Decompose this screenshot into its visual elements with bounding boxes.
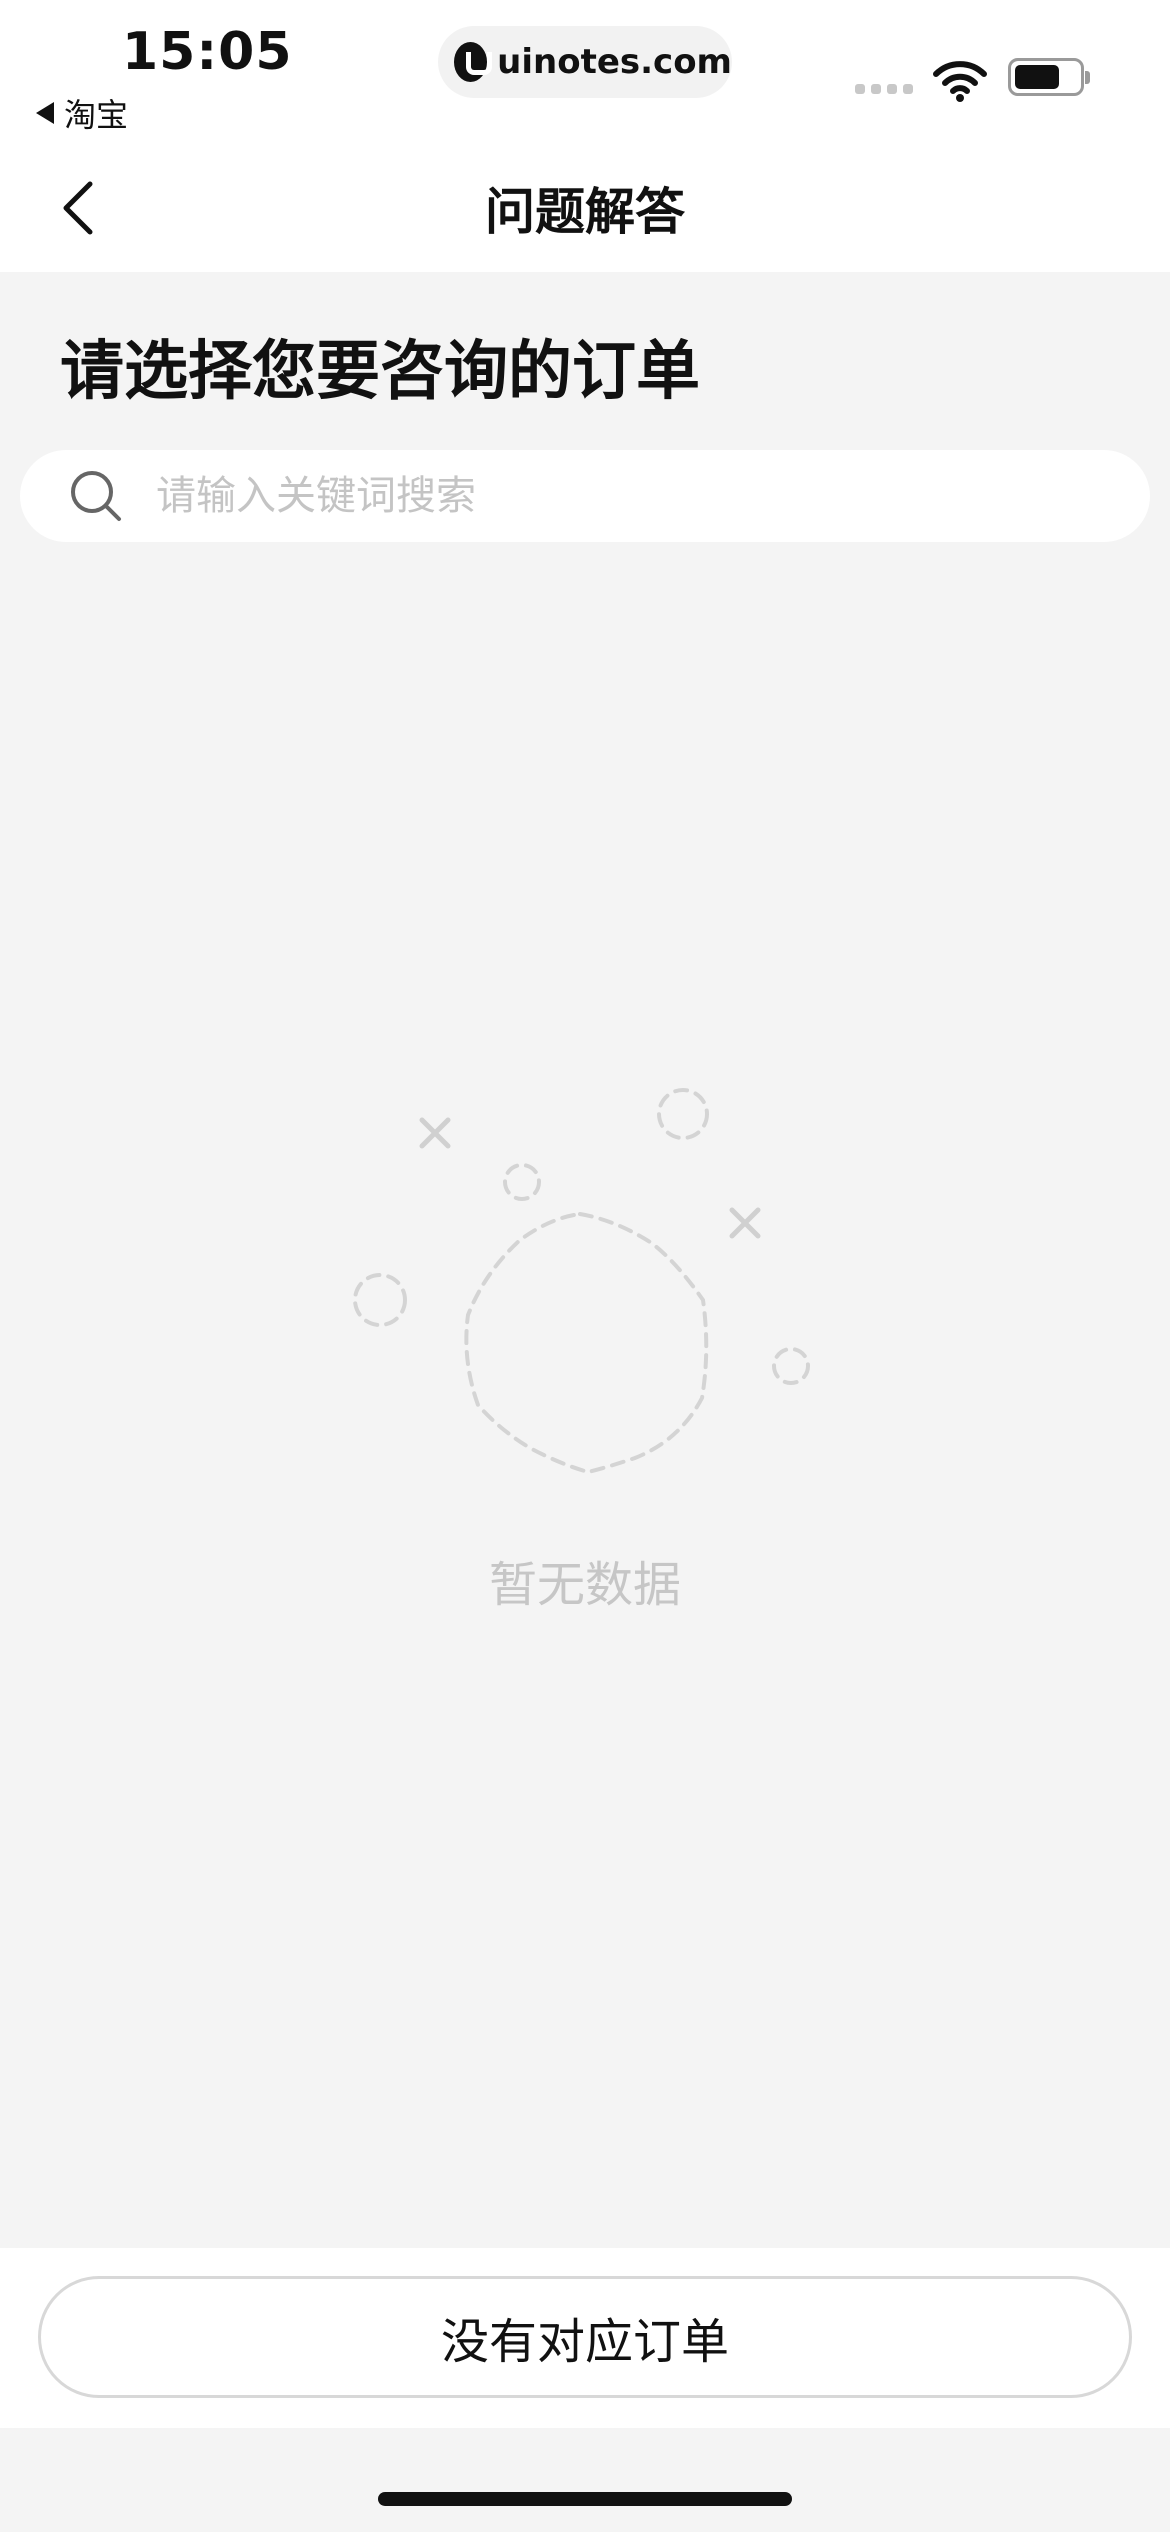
back-to-app-button[interactable]: 淘宝: [36, 90, 128, 136]
search-bar[interactable]: [20, 450, 1150, 542]
no-matching-order-button[interactable]: 没有对应订单: [38, 2276, 1132, 2398]
url-pill[interactable]: uinotes.com: [438, 26, 732, 98]
home-indicator[interactable]: [378, 2492, 792, 2506]
top-bar: 15:05 淘宝 uinotes.com 问题解答: [0, 0, 1170, 272]
back-triangle-icon: [36, 102, 54, 124]
url-text: uinotes.com: [497, 42, 732, 82]
section-title: 请选择您要咨询的订单: [60, 335, 700, 409]
status-time: 15:05: [122, 22, 293, 82]
bottom-action-bar: 没有对应订单: [0, 2248, 1170, 2428]
empty-state-text: 暂无数据: [488, 1557, 681, 1613]
signal-icon: [855, 84, 913, 94]
site-logo-icon: [454, 42, 493, 82]
page-title: 问题解答: [485, 183, 685, 241]
battery-icon: [1008, 58, 1090, 96]
wifi-icon: [933, 61, 987, 102]
back-app-label: 淘宝: [64, 96, 129, 134]
search-icon: [71, 471, 121, 521]
search-input[interactable]: [156, 473, 1056, 519]
empty-state-illustration: [353, 1088, 810, 1475]
